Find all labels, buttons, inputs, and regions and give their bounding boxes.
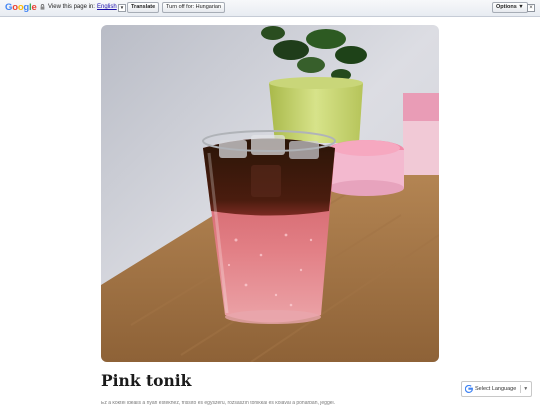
- translate-bar: Google View this page in: English ▼ Tran…: [0, 0, 540, 17]
- lock-icon: [40, 4, 45, 10]
- google-logo: Google: [5, 2, 37, 13]
- select-language-label[interactable]: Select Language: [475, 386, 516, 392]
- turn-off-button[interactable]: Turn off for: Hungarian: [162, 2, 226, 13]
- options-button[interactable]: Options ▼: [492, 2, 528, 13]
- chevron-down-icon[interactable]: ▼: [523, 386, 528, 392]
- google-g-icon: [465, 385, 473, 393]
- language-select[interactable]: English ▼: [97, 3, 127, 12]
- chevron-down-icon[interactable]: ▼: [117, 3, 127, 12]
- translate-button[interactable]: Translate: [127, 2, 160, 13]
- language-select-value[interactable]: English: [97, 3, 117, 12]
- translate-prompt: View this page in:: [48, 4, 95, 10]
- glass: [202, 130, 336, 324]
- post-body-snippet: Ez a koktél ideális a nyári estékhez, fr…: [101, 401, 336, 405]
- close-icon[interactable]: ×: [527, 4, 535, 12]
- divider: [520, 385, 522, 393]
- cocktail-photo: [101, 25, 439, 362]
- post-title: Pink tonik: [101, 371, 192, 390]
- select-language-widget[interactable]: Select Language ▼: [461, 381, 532, 397]
